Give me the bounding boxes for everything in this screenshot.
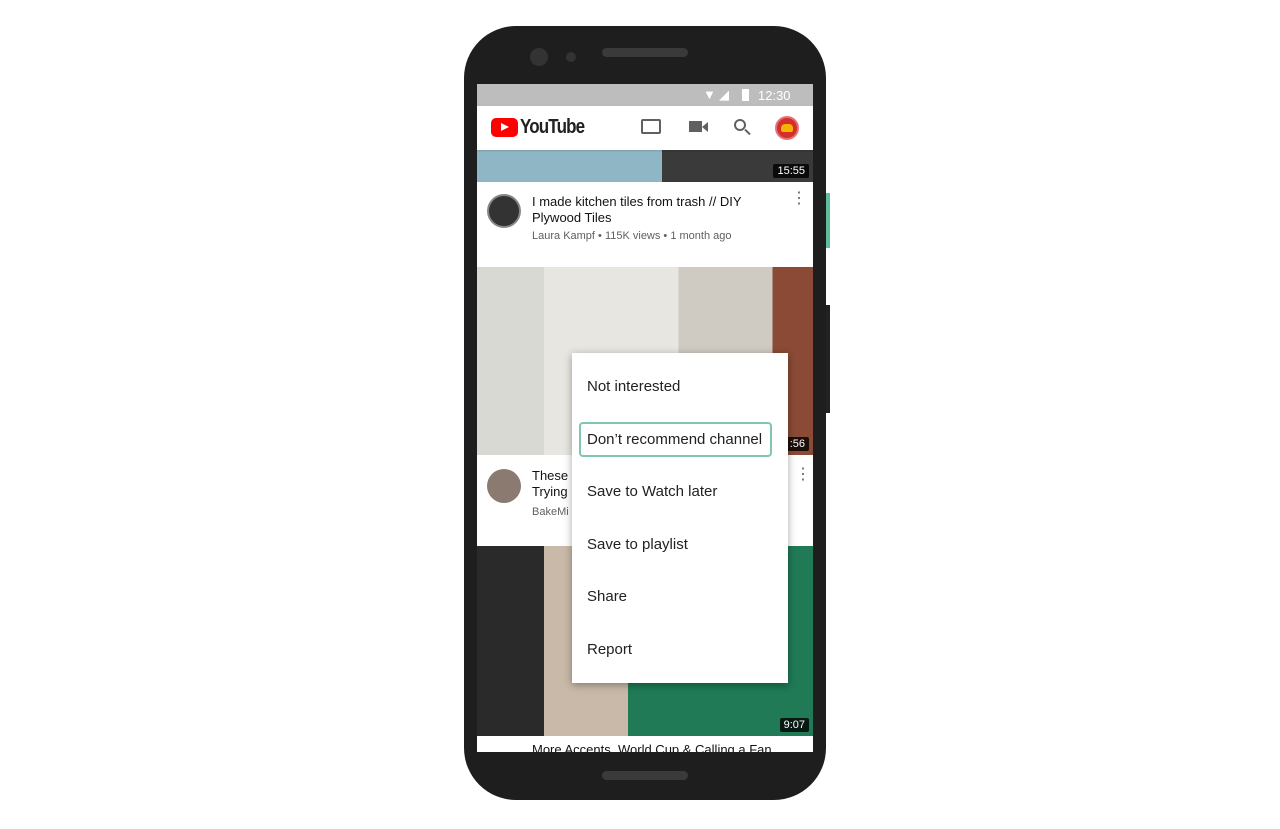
sensor	[566, 52, 576, 62]
menu-item-save-watch-later[interactable]: Save to Watch later	[572, 465, 788, 517]
battery-icon	[742, 89, 749, 101]
account-avatar[interactable]	[775, 116, 799, 140]
video-info[interactable]: I made kitchen tiles from trash // DIY P…	[477, 182, 813, 267]
power-button	[826, 305, 830, 413]
camera-icon[interactable]	[689, 121, 702, 132]
menu-item-report[interactable]: Report	[572, 623, 788, 675]
menu-item-save-playlist[interactable]: Save to playlist	[572, 518, 788, 570]
video-options-menu: Not interested Don’t recommend channel S…	[572, 353, 788, 683]
duration-badge: 15:55	[773, 164, 809, 178]
side-button-accent	[826, 193, 830, 248]
menu-item-not-interested[interactable]: Not interested	[572, 360, 788, 412]
signal-icon: ◢	[719, 87, 729, 102]
youtube-logo-icon[interactable]	[491, 118, 518, 137]
video-title-line2[interactable]: Trying	[532, 484, 568, 500]
wifi-icon: ▼	[703, 87, 716, 102]
video-meta: BakeMi	[532, 506, 569, 518]
more-options-icon[interactable]: ⋮	[795, 467, 811, 483]
channel-avatar[interactable]	[487, 194, 521, 228]
menu-item-dont-recommend-channel[interactable]: Don’t recommend channel	[572, 413, 788, 465]
cast-icon[interactable]	[641, 119, 661, 134]
video-title[interactable]: I made kitchen tiles from trash // DIY P…	[532, 194, 772, 226]
clock: 12:30	[758, 88, 791, 103]
video-title-line1[interactable]: These	[532, 468, 568, 484]
earpiece	[602, 48, 688, 57]
video-info[interactable]: More Accents, World Cup & Calling a Fan	[477, 736, 813, 752]
video-meta: Laura Kampf • 115K views • 1 month ago	[532, 230, 732, 242]
front-camera	[530, 48, 548, 66]
status-bar: ▼ ◢ 12:30	[477, 84, 813, 106]
video-title[interactable]: More Accents, World Cup & Calling a Fan	[532, 742, 772, 752]
more-options-icon[interactable]: ⋮	[791, 191, 807, 207]
duration-badge: 9:07	[779, 718, 809, 732]
channel-avatar[interactable]	[487, 469, 521, 503]
duration-badge: :56	[785, 437, 809, 451]
app-header: YouTube	[477, 106, 813, 150]
menu-item-share[interactable]: Share	[572, 570, 788, 622]
video-thumbnail[interactable]: 15:55	[477, 150, 813, 182]
youtube-logo-text: YouTube	[520, 116, 585, 138]
bottom-speaker	[602, 771, 688, 780]
